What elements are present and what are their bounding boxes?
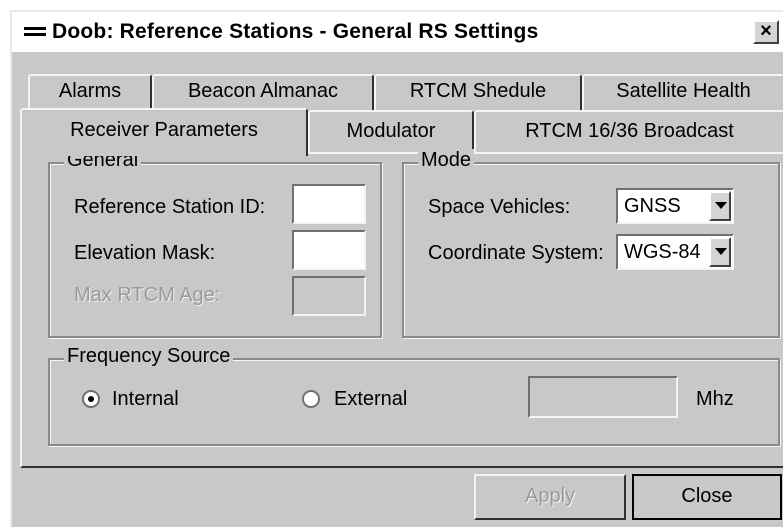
space-vehicles-select[interactable]: GNSS bbox=[616, 188, 734, 224]
tab-receiver-parameters-label: Receiver Parameters bbox=[70, 119, 258, 141]
chevron-down-icon[interactable] bbox=[709, 237, 731, 267]
tab-receiver-parameters[interactable]: Receiver Parameters bbox=[20, 108, 308, 156]
window-title: Doob: Reference Stations - General RS Se… bbox=[52, 20, 539, 43]
close-button[interactable]: Close bbox=[632, 474, 782, 520]
frequency-unit-label: Mhz bbox=[696, 388, 734, 410]
close-window-button[interactable]: × bbox=[753, 20, 779, 44]
tab-satellite-health[interactable]: Satellite Health bbox=[582, 74, 783, 114]
external-radio[interactable] bbox=[302, 390, 320, 408]
general-group: General Reference Station ID: Elevation … bbox=[48, 149, 382, 338]
internal-label[interactable]: Internal bbox=[112, 388, 179, 411]
elevation-mask-input[interactable] bbox=[292, 230, 366, 270]
tab-satellite-health-label: Satellite Health bbox=[616, 80, 751, 102]
mode-group: Mode Space Vehicles: GNSS Coordinate Sys… bbox=[402, 149, 780, 338]
title-bar: Doob: Reference Stations - General RS Se… bbox=[12, 12, 783, 52]
coordinate-system-value: WGS-84 bbox=[624, 241, 701, 263]
external-frequency-input bbox=[528, 376, 678, 418]
space-vehicles-label: Space Vehicles: bbox=[428, 196, 571, 218]
tab-alarms-label: Alarms bbox=[58, 80, 122, 102]
external-label[interactable]: External bbox=[334, 388, 407, 411]
space-vehicles-value: GNSS bbox=[624, 195, 681, 217]
tab-beacon-almanac-label: Beacon Almanac bbox=[187, 80, 339, 102]
tab-panel: General Reference Station ID: Elevation … bbox=[20, 149, 783, 468]
frequency-source-title: Frequency Source bbox=[64, 345, 234, 368]
window-menu-icon[interactable] bbox=[24, 25, 46, 39]
tab-modulator-label: Modulator bbox=[346, 120, 436, 142]
tab-rtcm-shedule[interactable]: RTCM Shedule bbox=[374, 74, 582, 114]
internal-radio[interactable] bbox=[82, 390, 100, 408]
max-rtcm-age-label: Max RTCM Age: bbox=[74, 284, 221, 306]
elevation-mask-label: Elevation Mask: bbox=[74, 242, 216, 264]
reference-station-id-input[interactable] bbox=[292, 184, 366, 224]
apply-button[interactable]: Apply bbox=[474, 474, 626, 520]
max-rtcm-age-input bbox=[292, 276, 366, 316]
coordinate-system-label: Coordinate System: bbox=[428, 242, 604, 264]
settings-dialog: Doob: Reference Stations - General RS Se… bbox=[10, 10, 783, 527]
chevron-down-icon[interactable] bbox=[709, 191, 731, 221]
tab-rtcm-16-36-broadcast-label: RTCM 16/36 Broadcast bbox=[525, 120, 734, 142]
frequency-source-group: Frequency Source Internal External Mhz bbox=[48, 345, 780, 446]
tab-rtcm-shedule-label: RTCM Shedule bbox=[409, 80, 547, 102]
tab-modulator[interactable]: Modulator bbox=[308, 110, 474, 154]
tab-rtcm-16-36-broadcast[interactable]: RTCM 16/36 Broadcast bbox=[474, 110, 783, 154]
mode-group-title: Mode bbox=[418, 149, 475, 172]
coordinate-system-select[interactable]: WGS-84 bbox=[616, 234, 734, 270]
reference-station-id-label: Reference Station ID: bbox=[74, 196, 266, 218]
